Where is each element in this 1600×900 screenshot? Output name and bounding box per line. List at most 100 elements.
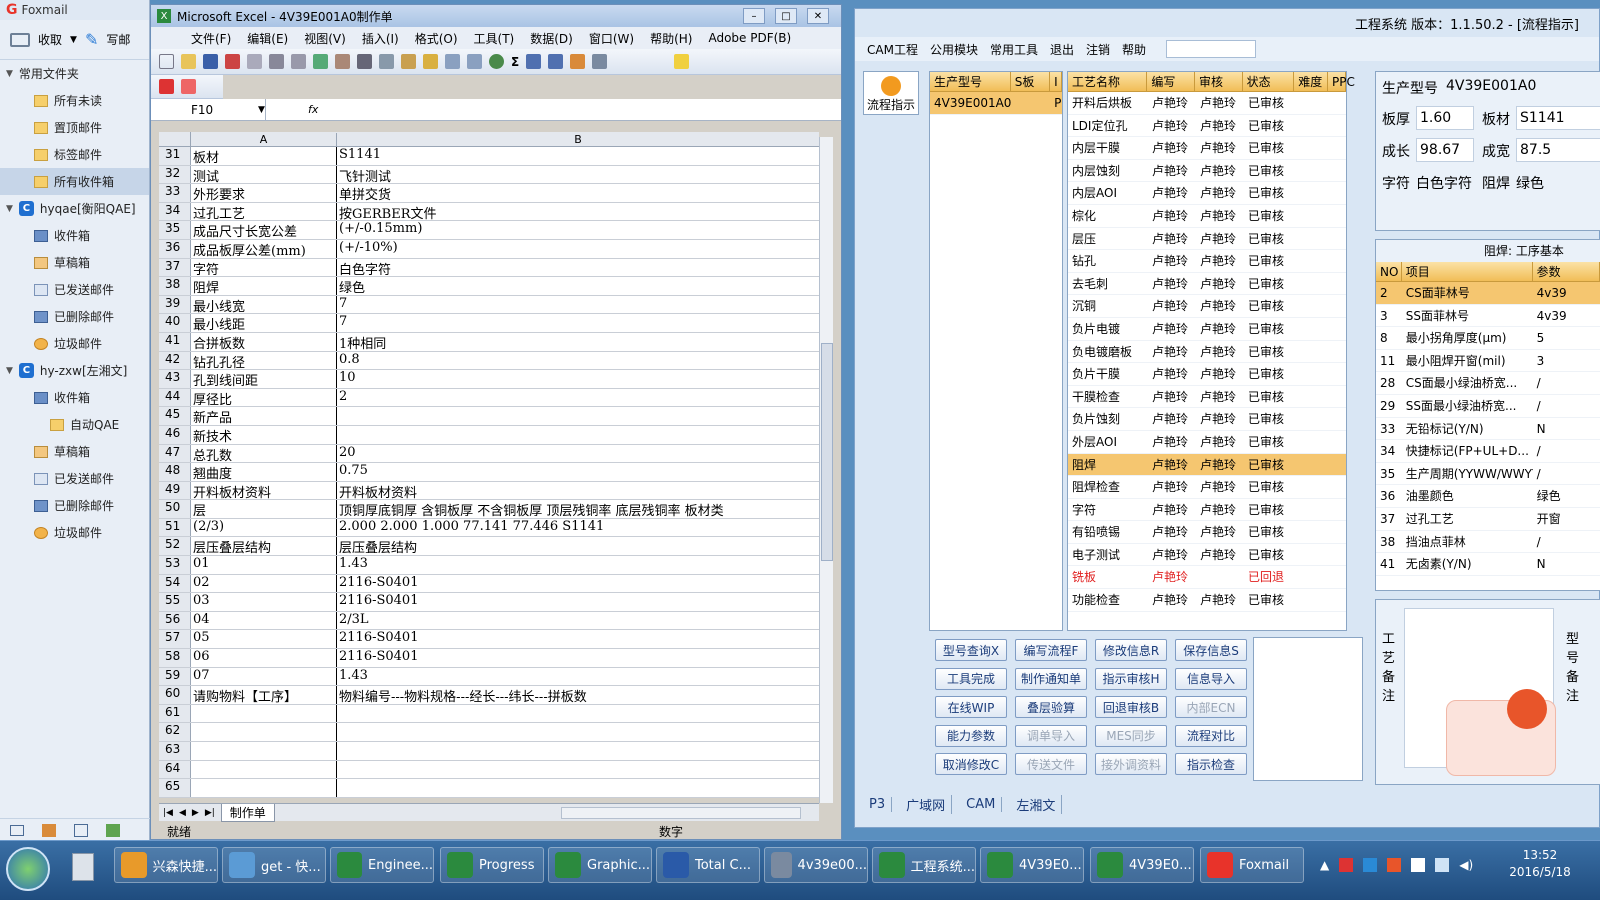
cell-a[interactable]: 07 [191,667,337,686]
cell-b[interactable] [337,407,819,425]
cell-a[interactable]: 钻孔孔径 [191,351,337,370]
action-button[interactable]: 型号查询X [935,639,1007,661]
cell-b[interactable]: 开料板材资料 [337,482,819,500]
cell-a[interactable]: 测试 [191,165,337,184]
column-header[interactable]: 状态 [1243,72,1295,91]
tray-app-icon[interactable] [1387,858,1402,872]
cell-a[interactable]: 合拼板数 [191,332,337,351]
row-header[interactable]: 40 [159,314,191,332]
sheet-tab[interactable]: 制作单 [220,803,275,822]
cell-b[interactable]: 1.43 [337,668,819,686]
action-button[interactable]: MES同步 [1095,724,1167,747]
menu-item[interactable]: CAM工程 [867,41,918,58]
action-button[interactable]: 接外调资料 [1095,753,1167,775]
vertical-scrollbar[interactable] [819,137,833,803]
cell-b[interactable]: (+/-10%) [337,240,819,258]
table-row[interactable]: 38 挡油点菲林 / [1376,531,1600,554]
table-row[interactable]: 2 CS面菲林号 4v39 [1376,282,1600,305]
cell-b[interactable] [337,742,819,760]
format-painter-icon[interactable] [423,54,438,69]
table-row[interactable]: 4V39E001A0 P [930,92,1062,115]
collapse-icon[interactable]: ▼ [6,69,13,79]
tray-app-icon[interactable] [1363,858,1378,872]
cell-a[interactable]: (2/3) [191,518,337,537]
action-button[interactable]: 指示审核H [1095,667,1167,690]
cell-b[interactable] [337,779,819,797]
table-row[interactable]: 内层蚀刻 卢艳玲 卢艳玲 已审核 [1068,160,1346,183]
taskbar-button[interactable]: 4V39E0... [1090,847,1194,883]
folder-item[interactable]: 收件箱 [0,384,149,411]
folder-item[interactable]: 所有收件箱 [0,168,149,195]
row-header[interactable]: 49 [159,481,191,500]
cell-b[interactable]: 按GERBER文件 [337,203,819,221]
cell-b[interactable]: 顶铜厚底铜厚 含铜板厚 不含铜板厚 顶层残铜率 底层残铜率 板材类 [337,500,819,518]
folder-item[interactable]: 已删除邮件 [0,303,149,330]
pdf-convert-icon[interactable] [159,79,174,94]
cell-b[interactable]: 单拼交货 [337,184,819,202]
cell-a[interactable]: 03 [191,593,337,611]
chevron-down-icon[interactable]: ▼ [70,35,77,45]
cell-a[interactable]: 新技术 [191,425,337,444]
table-row[interactable]: 负电镀磨板 卢艳玲 卢艳玲 已审核 [1068,341,1346,364]
cell-b[interactable] [337,705,819,723]
open-icon[interactable] [181,54,196,69]
fill-color-icon[interactable] [674,54,690,69]
cell-b[interactable]: 2.000 2.000 1.000 77.141 77.446 S1141 [337,519,819,537]
table-row[interactable]: 37 过孔工艺 开窗 [1376,508,1600,531]
table-row[interactable]: 29 SS面最小绿油桥宽... / [1376,395,1600,418]
taskbar-button[interactable]: 4V39E0... [980,847,1084,883]
taskbar-button[interactable]: Graphic... [548,847,652,883]
action-button[interactable]: 调单导入 [1015,724,1087,747]
table-row[interactable]: 33 无铅标记(Y/N) N [1376,418,1600,441]
action-button[interactable]: 修改信息R [1095,639,1167,661]
column-header[interactable]: 审核 [1195,72,1243,91]
taskbar-button[interactable]: 4v39e00... [764,847,868,883]
row-header[interactable]: 36 [159,239,191,258]
column-header[interactable]: S板 [1011,72,1051,91]
row-header[interactable]: 42 [159,351,191,370]
folder-group-1[interactable]: ▼ Chyqae[衡阳QAE] [0,195,149,222]
column-header[interactable]: 项目 [1402,262,1533,281]
menu-item[interactable]: 数据(D) [530,30,573,47]
width-field[interactable]: 87.5 [1516,138,1600,162]
cell-a[interactable] [191,704,337,723]
new-icon[interactable] [159,54,174,69]
research-icon[interactable] [335,54,350,69]
row-header[interactable]: 54 [159,574,191,593]
row-header[interactable]: 34 [159,202,191,221]
table-row[interactable]: 负片干膜 卢艳玲 卢艳玲 已审核 [1068,363,1346,386]
table-row[interactable]: 36 油墨颜色 绿色 [1376,485,1600,508]
cell-b[interactable]: 0.75 [337,463,819,481]
cell-b[interactable]: 7 [337,296,819,314]
menu-item[interactable]: 帮助 [1122,41,1146,58]
action-button[interactable]: 能力参数 [935,724,1007,747]
row-header[interactable]: 62 [159,723,191,741]
length-field[interactable]: 98.67 [1416,138,1474,162]
mail-icon[interactable] [10,825,24,836]
folder-item[interactable]: 已发送邮件 [0,465,149,492]
row-header[interactable]: 44 [159,388,191,407]
column-header-b[interactable]: B [337,133,819,146]
cell-a[interactable]: 过孔工艺 [191,202,337,221]
action-button[interactable]: 取消修改C [935,753,1007,775]
taskbar-button[interactable]: Enginee... [330,847,434,883]
cell-a[interactable]: 请购物料【工序】 [191,686,337,704]
undo-icon[interactable] [445,54,460,69]
row-header[interactable]: 60 [159,686,191,704]
redo-icon[interactable] [467,54,482,69]
flag-icon[interactable] [1411,858,1426,872]
row-header[interactable]: 61 [159,704,191,723]
cell-a[interactable]: 02 [191,574,337,593]
cell-a[interactable]: 外形要求 [191,184,337,202]
column-header[interactable]: I [1050,72,1062,91]
cell-a[interactable]: 最小线距 [191,314,337,332]
bottom-tab[interactable]: CAM [960,796,1003,812]
prev-sheet-icon[interactable]: ◀ [179,808,186,818]
row-header[interactable]: 59 [159,667,191,686]
drawing-icon[interactable] [592,54,608,69]
start-button[interactable] [6,847,50,891]
cell-b[interactable]: 1.43 [337,556,819,574]
next-sheet-icon[interactable]: ▶ [192,808,199,818]
table-row[interactable]: 8 最小拐角厚度(μm) 5 [1376,327,1600,350]
menu-item[interactable]: 退出 [1050,41,1074,58]
